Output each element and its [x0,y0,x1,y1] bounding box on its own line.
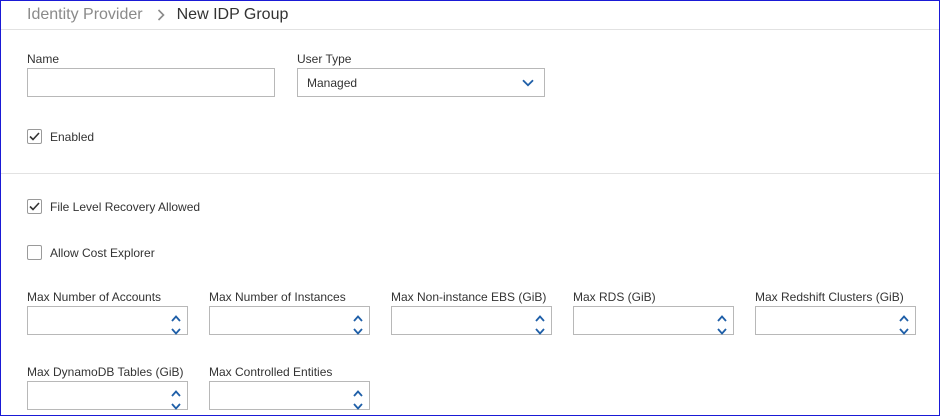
breadcrumb: Identity Provider New IDP Group [27,5,288,25]
chevron-up-icon[interactable] [353,310,363,322]
chevron-right-icon [157,9,165,21]
spinner-arrows [353,310,363,335]
max-ebs-input[interactable] [391,306,552,335]
spinner-arrows [353,385,363,410]
max-controlled-entities-label: Max Controlled Entities [209,365,333,379]
spinner-arrows [535,310,545,335]
chevron-down-icon [522,79,534,87]
chevron-up-icon[interactable] [717,310,727,322]
file-level-recovery-label: File Level Recovery Allowed [50,199,201,214]
max-rds-input[interactable] [573,306,734,335]
name-input[interactable] [27,68,275,97]
chevron-up-icon[interactable] [353,385,363,397]
page-frame: Identity Provider New IDP Group Name Use… [0,0,940,416]
header-divider [1,29,939,30]
chevron-down-icon[interactable] [353,398,363,410]
chevron-down-icon[interactable] [717,323,727,335]
user-type-label: User Type [297,52,352,66]
file-level-recovery-checkbox[interactable] [27,199,42,214]
spinner-arrows [171,310,181,335]
max-instances-input[interactable] [209,306,370,335]
chevron-down-icon[interactable] [535,323,545,335]
max-redshift-input[interactable] [755,306,916,335]
chevron-up-icon[interactable] [171,310,181,322]
max-dynamodb-input[interactable] [27,381,188,410]
checkmark-icon [29,132,40,141]
max-rds-label: Max RDS (GiB) [573,290,656,304]
section-divider [1,173,939,174]
spinner-arrows [171,385,181,410]
enabled-row: Enabled [27,129,94,144]
max-controlled-entities-input[interactable] [209,381,370,410]
spinner-arrows [899,310,909,335]
name-label: Name [27,52,60,66]
chevron-down-icon[interactable] [353,323,363,335]
allow-cost-explorer-label: Allow Cost Explorer [50,245,155,260]
max-instances-label: Max Number of Instances [209,290,346,304]
enabled-label: Enabled [50,129,95,144]
max-ebs-label: Max Non-instance EBS (GiB) [391,290,547,304]
enabled-checkbox[interactable] [27,129,42,144]
user-type-select[interactable]: Managed [297,68,545,97]
user-type-value: Managed [307,75,358,90]
chevron-down-icon[interactable] [171,323,181,335]
chevron-up-icon[interactable] [535,310,545,322]
chevron-up-icon[interactable] [899,310,909,322]
page-title: New IDP Group [176,6,289,23]
allow-cost-explorer-checkbox[interactable] [27,245,42,260]
breadcrumb-parent-link[interactable]: Identity Provider [27,6,143,24]
max-accounts-input[interactable] [27,306,188,335]
chevron-down-icon[interactable] [899,323,909,335]
chevron-up-icon[interactable] [171,385,181,397]
chevron-down-icon[interactable] [171,398,181,410]
spinner-arrows [717,310,727,335]
file-level-recovery-row: File Level Recovery Allowed [27,199,200,214]
checkmark-icon [29,202,40,211]
max-redshift-label: Max Redshift Clusters (GiB) [755,290,904,304]
max-accounts-label: Max Number of Accounts [27,290,162,304]
max-dynamodb-label: Max DynamoDB Tables (GiB) [27,365,184,379]
allow-cost-explorer-row: Allow Cost Explorer [27,245,155,260]
